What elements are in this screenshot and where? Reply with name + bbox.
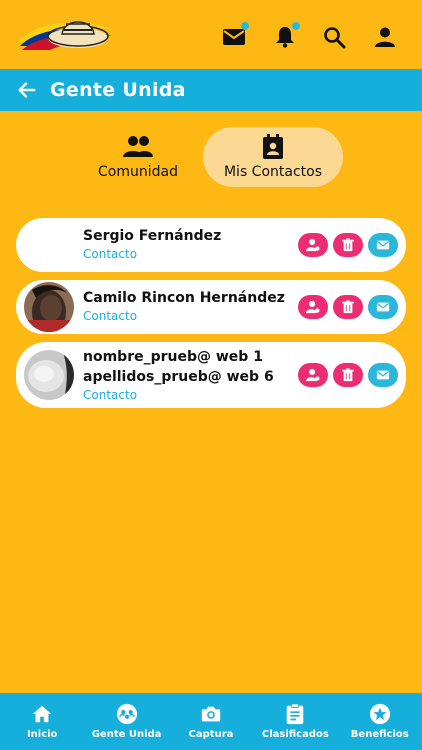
tab-mis-contactos[interactable]: Mis Contactos xyxy=(203,127,343,187)
search-icon[interactable] xyxy=(321,24,347,50)
profile-icon xyxy=(306,300,320,314)
delete-contact-button[interactable] xyxy=(333,295,363,319)
nav-label: Gente Unida xyxy=(91,729,162,740)
tab-comunidad[interactable]: Comunidad xyxy=(80,127,196,187)
page-title: Gente Unida xyxy=(50,79,186,101)
contact-name: Sergio Fernández xyxy=(83,228,222,244)
mail-icon xyxy=(376,370,390,380)
clipboard-icon xyxy=(287,703,304,725)
nav-label: Inicio xyxy=(26,729,58,740)
mail-icon[interactable] xyxy=(221,22,249,50)
message-contact-button[interactable] xyxy=(368,363,398,387)
tab-label: Mis Contactos xyxy=(223,164,323,180)
section-header: Gente Unida xyxy=(0,69,422,111)
nav-clasificados[interactable]: Clasificados xyxy=(255,703,335,740)
profile-icon xyxy=(306,368,320,382)
nav-label: Captura xyxy=(188,729,234,740)
home-icon xyxy=(33,705,52,723)
people-icon xyxy=(116,703,137,725)
notification-dot xyxy=(292,22,300,30)
trash-icon xyxy=(342,300,354,314)
avatar xyxy=(24,282,74,332)
arrow-left-icon[interactable] xyxy=(16,79,38,101)
view-profile-button[interactable] xyxy=(298,295,328,319)
trash-icon xyxy=(342,238,354,252)
user-icon[interactable] xyxy=(372,24,398,50)
mail-icon xyxy=(376,302,390,312)
nav-beneficios[interactable]: Beneficios xyxy=(340,703,420,740)
view-profile-button[interactable] xyxy=(298,363,328,387)
group-icon xyxy=(123,136,153,157)
contact-name-line2: apellidos_prueb@ web 6 xyxy=(83,369,274,385)
contact-name: Camilo Rincon Hernández xyxy=(83,290,285,306)
contact-name: nombre_prueb@ web 1 xyxy=(83,349,263,365)
delete-contact-button[interactable] xyxy=(333,233,363,257)
profile-icon xyxy=(306,238,320,252)
notification-dot xyxy=(241,22,249,30)
top-bar xyxy=(0,0,422,69)
contact-card[interactable]: nombre_prueb@ web 1 apellidos_prueb@ web… xyxy=(16,342,406,408)
message-contact-button[interactable] xyxy=(368,233,398,257)
star-icon xyxy=(369,703,390,725)
nav-label: Clasificados xyxy=(261,729,329,740)
delete-contact-button[interactable] xyxy=(333,363,363,387)
message-contact-button[interactable] xyxy=(368,295,398,319)
nav-gente-unida[interactable]: Gente Unida xyxy=(87,703,167,740)
tab-label: Comunidad xyxy=(98,164,178,180)
contacts-icon xyxy=(263,134,283,159)
contact-subtitle: Contacto xyxy=(83,247,138,261)
bell-icon[interactable] xyxy=(272,22,300,50)
nav-label: Beneficios xyxy=(350,729,409,740)
camera-icon xyxy=(201,706,221,722)
logo-sombrero[interactable] xyxy=(16,12,116,56)
trash-icon xyxy=(342,368,354,382)
contact-subtitle: Contacto xyxy=(83,309,138,323)
nav-captura[interactable]: Captura xyxy=(171,703,251,740)
contact-subtitle: Contacto xyxy=(83,388,138,402)
contact-card[interactable]: Sergio Fernández Contacto xyxy=(16,218,406,272)
contact-card[interactable]: Camilo Rincon Hernández Contacto xyxy=(16,280,406,334)
nav-inicio[interactable]: Inicio xyxy=(2,703,82,740)
avatar xyxy=(24,350,74,400)
mail-icon xyxy=(376,240,390,250)
view-profile-button[interactable] xyxy=(298,233,328,257)
bottom-navigation: Inicio Gente Unida Captura Clasificados … xyxy=(0,693,422,750)
